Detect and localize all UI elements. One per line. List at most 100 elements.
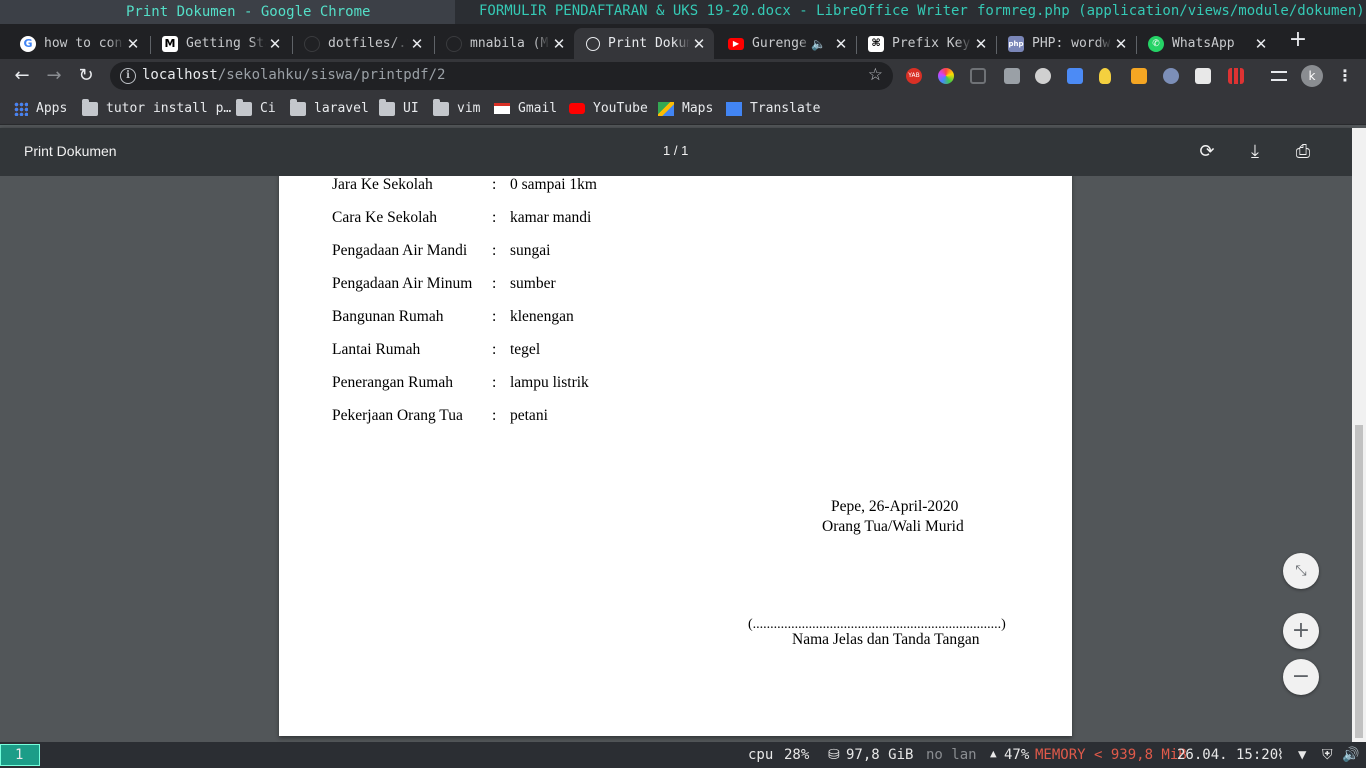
close-icon[interactable]: ✕ <box>1112 35 1130 53</box>
tab[interactable]: dotfiles/.t ✕ <box>292 28 432 59</box>
bars-extension-icon[interactable] <box>1228 68 1244 84</box>
pdf-viewport[interactable]: Jara Ke Sekolah : 0 sampai 1km Cara Ke S… <box>0 176 1352 742</box>
form-colon: : <box>492 341 497 358</box>
pdf-title: Print Dokumen <box>24 143 117 159</box>
bookmark-folder[interactable]: UI <box>379 98 419 116</box>
close-icon[interactable]: ✕ <box>832 35 850 53</box>
folder-icon <box>290 98 306 116</box>
bookmark-gmail[interactable]: Gmail <box>494 101 557 116</box>
new-tab-button[interactable]: + <box>1287 29 1309 51</box>
form-value: tegel <box>510 341 541 358</box>
tab-title: Gurenge <box>752 36 807 51</box>
bookmark-label: Ci <box>260 101 276 116</box>
tab[interactable]: ⌘ Prefix Keys ✕ <box>856 28 996 59</box>
address-bar[interactable]: i localhost/sekolahku/siswa/printpdf/2 ☆ <box>110 62 893 90</box>
close-icon[interactable]: ✕ <box>690 35 708 53</box>
paperclip-icon[interactable]: ⌇ <box>1277 747 1284 763</box>
tab-title: Getting Sta <box>186 36 266 51</box>
volume-icon[interactable]: 🔊 <box>1342 747 1359 763</box>
bookmark-maps[interactable]: Maps <box>658 101 713 116</box>
url-host: localhost <box>142 67 218 83</box>
shield-icon[interactable]: ⛨ <box>1322 747 1333 763</box>
whatsapp-icon: ✆ <box>1148 35 1164 52</box>
bookmark-star-icon[interactable]: ☆ <box>868 65 883 85</box>
bookmark-apps[interactable]: Apps <box>14 101 67 116</box>
tab-title: PHP: wordwr <box>1032 36 1112 51</box>
mouse-icon: ⌘ <box>868 35 884 52</box>
form-label: Pekerjaan Orang Tua <box>332 407 463 424</box>
forward-button[interactable]: → <box>44 66 64 86</box>
tab[interactable]: ▶ Gurenge 🔈 ✕ <box>716 28 856 59</box>
tab[interactable]: mnabila (M. ✕ <box>434 28 574 59</box>
bookmarks-bar: Apps tutor install p… Ci laravel UI vim … <box>0 93 1366 125</box>
bookmark-label: Gmail <box>518 101 558 116</box>
disk-icon: ⛁ <box>828 747 840 763</box>
mail-extension-icon[interactable] <box>1004 68 1020 84</box>
bookmark-folder[interactable]: laravel <box>290 98 369 116</box>
workspace-indicator[interactable]: 1 <box>0 744 40 766</box>
close-icon[interactable]: ✕ <box>550 35 568 53</box>
bookmark-folder[interactable]: Ci <box>236 98 276 116</box>
apps-icon <box>14 101 28 116</box>
tab-title: WhatsApp <box>1172 36 1235 51</box>
speaker-icon[interactable]: 🔈 <box>811 37 826 51</box>
form-label: Pengadaan Air Minum <box>332 275 473 292</box>
ruler-extension-icon[interactable] <box>970 68 986 84</box>
translate-extension-icon[interactable] <box>1067 68 1083 84</box>
close-icon[interactable]: ✕ <box>408 35 426 53</box>
bookmark-label: YouTube <box>593 101 648 116</box>
url-path: /sekolahku/siswa/printpdf/2 <box>217 67 446 83</box>
rotate-icon[interactable]: ⟳ <box>1195 140 1219 164</box>
bulb-extension-icon[interactable] <box>1099 68 1111 84</box>
form-colon: : <box>492 242 497 259</box>
zoom-out-button[interactable]: − <box>1283 659 1319 695</box>
address-url[interactable]: localhost/sekolahku/siswa/printpdf/2 <box>142 67 445 83</box>
back-button[interactable]: ← <box>12 66 32 86</box>
bookmark-folder[interactable]: tutor install p… <box>82 98 231 116</box>
datetime: 26.04. 15:20 <box>1177 747 1279 763</box>
close-icon[interactable]: ✕ <box>266 35 284 53</box>
tab-title: Prefix Keys <box>892 36 972 51</box>
menu-kebab-icon[interactable]: ⋮ <box>1337 66 1353 85</box>
zoom-in-button[interactable]: + <box>1283 613 1319 649</box>
close-icon[interactable]: ✕ <box>1252 35 1270 53</box>
battery-level: 47% <box>1004 747 1030 763</box>
bookmark-folder[interactable]: vim <box>433 98 480 116</box>
bookmark-youtube[interactable]: YouTube <box>569 101 648 116</box>
tab[interactable]: php PHP: wordwr ✕ <box>996 28 1136 59</box>
tab-active[interactable]: Print Dokum ✕ <box>574 28 714 59</box>
note-extension-icon[interactable] <box>1195 68 1211 84</box>
gear-extension-icon[interactable] <box>1035 68 1051 84</box>
wifi-icon[interactable]: ▼ <box>1298 747 1306 763</box>
media-queue-icon[interactable] <box>1271 71 1287 81</box>
pen-extension-icon[interactable] <box>1131 68 1147 84</box>
close-icon[interactable]: ✕ <box>972 35 990 53</box>
form-label: Bangunan Rumah <box>332 308 444 325</box>
form-colon: : <box>492 176 497 193</box>
medium-icon: M <box>162 35 178 52</box>
info-icon[interactable]: i <box>120 68 136 84</box>
bookmark-translate[interactable]: Translate <box>726 101 820 116</box>
wm-window-title-editor[interactable]: formreg.php (application/views/module/do… <box>977 3 1365 19</box>
tab[interactable]: G how to conn ✕ <box>8 28 148 59</box>
wm-window-title-writer[interactable]: FORMULIR PENDAFTARAN & UKS 19-20.docx - … <box>479 3 968 19</box>
wm-window-title-chrome[interactable]: Print Dokumen - Google Chrome <box>0 0 455 24</box>
form-label: Penerangan Rumah <box>332 374 453 391</box>
close-icon[interactable]: ✕ <box>124 35 142 53</box>
scrollbar[interactable] <box>1352 128 1366 742</box>
tab[interactable]: ✆ WhatsApp ✕ <box>1136 28 1276 59</box>
scrollbar-thumb[interactable] <box>1355 425 1363 738</box>
form-value: kamar mandi <box>510 209 592 226</box>
yab-extension-icon[interactable]: YAB <box>906 68 922 84</box>
tab[interactable]: M Getting Sta ✕ <box>150 28 290 59</box>
circle-extension-icon[interactable] <box>1163 68 1179 84</box>
color-picker-extension-icon[interactable] <box>938 68 954 84</box>
reload-button[interactable]: ↻ <box>76 66 96 86</box>
print-icon[interactable]: ⎙ <box>1291 140 1315 164</box>
youtube-icon: ▶ <box>728 37 744 50</box>
form-label: Jara Ke Sekolah <box>332 176 433 193</box>
fit-page-button[interactable]: ⤡ <box>1283 553 1319 589</box>
download-icon[interactable]: ⤓ <box>1243 140 1267 164</box>
pdf-page: Jara Ke Sekolah : 0 sampai 1km Cara Ke S… <box>279 176 1072 736</box>
profile-avatar[interactable]: k <box>1301 65 1323 87</box>
